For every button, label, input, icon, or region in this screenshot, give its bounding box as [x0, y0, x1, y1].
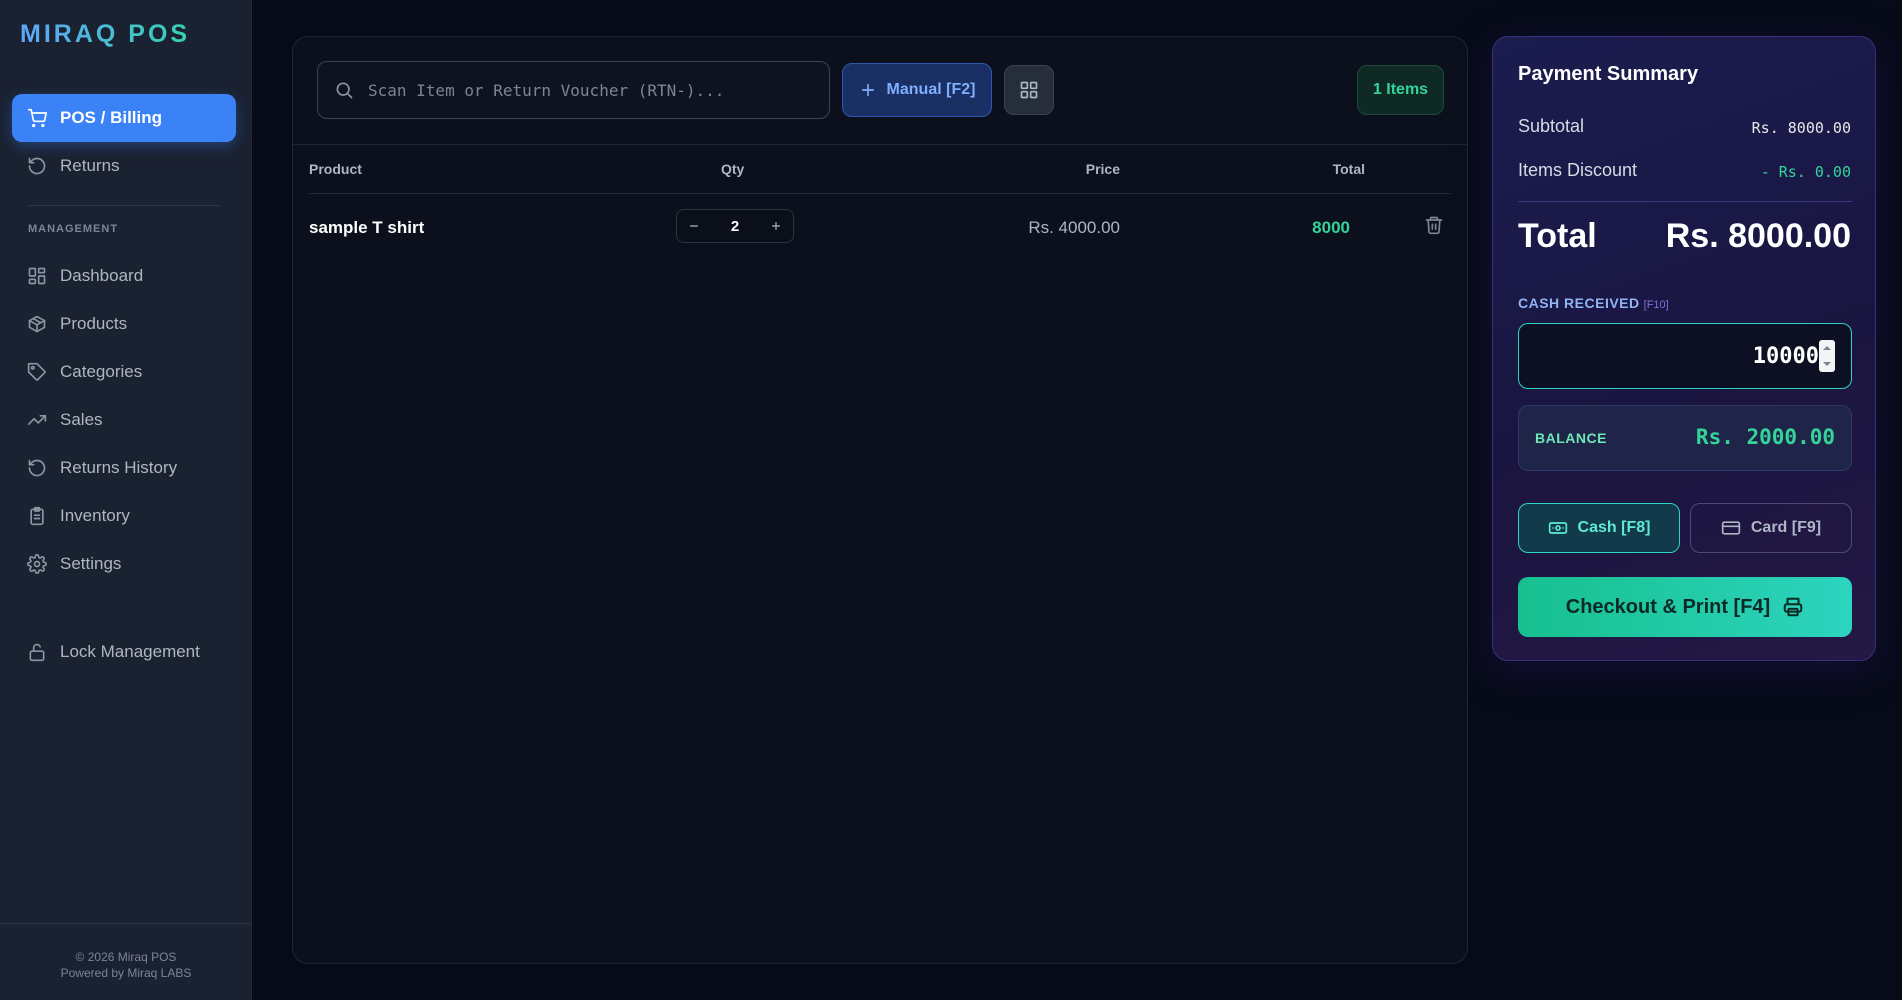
search-icon	[336, 82, 353, 99]
brand-logo: MIRAQ POS	[20, 20, 191, 48]
sidebar: MIRAQ POS POS / Billing Returns MANAGEME…	[0, 0, 252, 1000]
sidebar-item-label: Lock Management	[60, 642, 200, 661]
cash-received-text: CASH RECEIVED	[1518, 295, 1640, 311]
checkout-print-button[interactable]: Checkout & Print [F4]	[1518, 577, 1852, 637]
sidebar-item-label: Sales	[60, 410, 103, 429]
footer-powered-by: Powered by Miraq LABS	[60, 966, 192, 980]
sidebar-item-returns-history[interactable]: Returns History	[12, 444, 236, 492]
gear-icon	[27, 554, 47, 574]
row-price: Rs. 4000.00	[1028, 218, 1120, 237]
cash-received-label: CASH RECEIVED [F10]	[1518, 295, 1669, 311]
banknote-icon	[1548, 522, 1567, 534]
credit-card-icon	[1721, 521, 1741, 535]
total-value: Rs. 8000.00	[1665, 217, 1851, 255]
column-header-product: Product	[309, 161, 362, 177]
quantity-value[interactable]: 2	[731, 218, 739, 235]
cash-received-input[interactable]	[1529, 324, 1819, 388]
cash-payment-button[interactable]: Cash [F8]	[1518, 503, 1680, 553]
lock-icon	[29, 643, 45, 662]
sidebar-item-label: POS / Billing	[60, 108, 163, 127]
grid-icon	[1020, 81, 1038, 99]
table-header-divider	[309, 193, 1451, 194]
footer-copyright: © 2026 Miraq POS	[75, 950, 177, 964]
items-count-badge: 1 Items	[1357, 65, 1444, 115]
sidebar-item-pos-billing[interactable]: POS / Billing	[12, 94, 236, 142]
sidebar-footer-divider	[0, 923, 252, 924]
package-icon	[28, 315, 46, 333]
summary-divider	[1518, 201, 1852, 202]
quantity-stepper[interactable]: 2	[676, 209, 794, 243]
toolbar-divider	[293, 144, 1467, 145]
sidebar-item-label: Returns History	[60, 458, 178, 477]
cash-received-field[interactable]	[1518, 323, 1852, 389]
checkout-label: Checkout & Print [F4]	[1565, 595, 1771, 618]
rotate-icon	[28, 157, 46, 175]
sidebar-item-returns[interactable]: Returns	[12, 142, 236, 190]
balance-label: BALANCE	[1535, 430, 1607, 446]
spinner-down-icon[interactable]	[1819, 356, 1835, 372]
cart-icon	[27, 108, 47, 128]
sidebar-item-label: Returns	[60, 156, 120, 175]
grid-icon	[28, 267, 46, 285]
column-header-total: Total	[1332, 161, 1365, 177]
manual-entry-label: Manual [F2]	[886, 81, 976, 98]
trend-icon	[27, 415, 47, 425]
search-box[interactable]	[317, 61, 830, 119]
clipboard-icon	[30, 506, 44, 526]
row-total: 8000	[1312, 218, 1350, 237]
manual-entry-button[interactable]: Manual [F2]	[842, 63, 992, 117]
total-label: Total	[1518, 217, 1597, 255]
spinner-up-icon[interactable]	[1819, 340, 1835, 356]
payment-summary-panel: Payment Summary Subtotal Rs. 8000.00 Ite…	[1492, 36, 1876, 661]
sidebar-item-label: Products	[60, 314, 128, 333]
sidebar-divider	[28, 205, 220, 206]
sidebar-item-categories[interactable]: Categories	[12, 348, 236, 396]
sidebar-item-label: Categories	[60, 362, 143, 381]
printer-icon	[1783, 597, 1803, 617]
sidebar-item-dashboard[interactable]: Dashboard	[12, 252, 236, 300]
plus-icon[interactable]	[769, 219, 783, 233]
row-product-name: sample T shirt	[309, 218, 425, 237]
card-payment-button[interactable]: Card [F9]	[1690, 503, 1852, 553]
grid-view-button[interactable]	[1004, 65, 1054, 115]
column-header-qty: Qty	[721, 161, 745, 177]
sidebar-item-settings[interactable]: Settings	[12, 540, 236, 588]
sidebar-item-sales[interactable]: Sales	[12, 396, 236, 444]
minus-icon[interactable]	[687, 219, 701, 233]
sidebar-item-inventory[interactable]: Inventory	[12, 492, 236, 540]
search-input[interactable]	[368, 80, 808, 100]
card-payment-label: Card [F9]	[1750, 519, 1822, 536]
payment-summary-title: Payment Summary	[1518, 63, 1699, 85]
subtotal-value: Rs. 8000.00	[1751, 119, 1851, 137]
trash-icon[interactable]	[1424, 215, 1444, 235]
sidebar-item-label: Settings	[60, 554, 122, 573]
tag-icon	[27, 362, 46, 381]
column-header-price: Price	[1085, 161, 1120, 177]
balance-value: Rs. 2000.00	[1695, 425, 1835, 449]
sidebar-item-label: Dashboard	[60, 266, 144, 285]
cart-panel: Manual [F2] 1 Items Product Qty Price To…	[292, 36, 1468, 964]
sidebar-item-label: Inventory	[60, 506, 130, 525]
plus-icon	[861, 83, 874, 97]
subtotal-label: Subtotal	[1518, 116, 1585, 136]
items-discount-value: - Rs. 0.00	[1760, 163, 1851, 181]
sidebar-item-lock-management[interactable]: Lock Management	[12, 628, 236, 676]
section-label-management: MANAGEMENT	[28, 223, 119, 235]
cash-received-shortcut: [F10]	[1643, 299, 1669, 311]
history-icon	[28, 459, 46, 477]
items-discount-label: Items Discount	[1518, 160, 1638, 180]
number-spinner[interactable]	[1819, 340, 1835, 372]
balance-box: BALANCE Rs. 2000.00	[1518, 405, 1852, 471]
sidebar-item-products[interactable]: Products	[12, 300, 236, 348]
cash-payment-label: Cash [F8]	[1577, 519, 1651, 536]
